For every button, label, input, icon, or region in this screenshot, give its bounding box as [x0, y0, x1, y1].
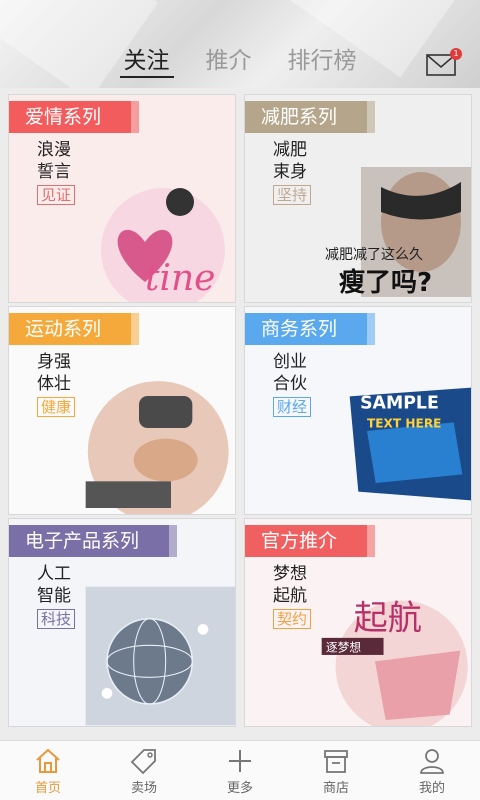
sports-illustration [85, 381, 229, 514]
tab-recommend[interactable]: 推介 [202, 46, 256, 78]
electronics-illustration [85, 586, 235, 726]
card-line: 誓言 [37, 162, 71, 182]
bottom-tabbar: 首页 卖场 更多 商店 我的 [0, 740, 480, 800]
card-words: 人工 智能 科技 [37, 563, 76, 630]
top-tabs: 关注 推介 排行榜 [0, 46, 480, 78]
slimming-illustration: 减肥减了这么久 瘦了吗? [325, 167, 471, 298]
card-official[interactable]: 官方推介 梦想 起航 契约 起航 逐梦想 [244, 518, 472, 727]
card-line: 梦想 [273, 564, 307, 584]
tabbar-label: 更多 [226, 781, 253, 796]
card-tag: 健康 [37, 397, 76, 417]
tabbar-home[interactable]: 首页 [0, 741, 96, 800]
art-text: SAMPLE [360, 393, 439, 413]
art-text: 瘦了吗? [339, 267, 432, 298]
card-tag: 坚持 [273, 185, 312, 205]
card-title: 减肥系列 [245, 101, 376, 133]
card-slimming[interactable]: 减肥系列 减肥 束身 坚持 减肥减了这么久 瘦了吗? [244, 94, 472, 303]
card-line: 身强 [37, 352, 71, 372]
art-text: 减肥减了这么久 [325, 246, 423, 263]
card-love[interactable]: 爱情系列 浪漫 誓言 见证 tine [8, 94, 236, 303]
card-words: 浪漫 誓言 见证 [37, 139, 76, 206]
tab-follow[interactable]: 关注 [119, 46, 174, 78]
art-text: tine [145, 258, 215, 299]
user-icon [420, 749, 444, 774]
card-words: 身强 体壮 健康 [37, 351, 76, 418]
plus-icon [229, 750, 251, 772]
mail-button[interactable]: 1 [426, 48, 462, 76]
tag-icon [130, 749, 156, 775]
tabbar-mine[interactable]: 我的 [384, 741, 480, 800]
tab-ranking[interactable]: 排行榜 [284, 46, 361, 78]
card-line: 束身 [273, 162, 307, 182]
card-tag: 见证 [37, 185, 76, 205]
card-words: 梦想 起航 契约 [273, 563, 312, 630]
card-title: 爱情系列 [9, 101, 140, 133]
official-illustration: 起航 逐梦想 [321, 598, 468, 726]
business-illustration: SAMPLE TEXT HERE [349, 387, 471, 501]
tabbar-label: 商店 [322, 781, 349, 796]
card-line: 减肥 [273, 140, 307, 160]
card-tag: 契约 [273, 609, 312, 629]
card-line: 合伙 [273, 374, 307, 394]
tabbar-market[interactable]: 卖场 [96, 741, 192, 800]
tabbar-label: 首页 [34, 781, 61, 796]
card-title: 商务系列 [245, 313, 376, 345]
card-line: 智能 [37, 586, 71, 606]
card-line: 创业 [273, 352, 307, 372]
header: 关注 推介 排行榜 1 [0, 0, 480, 88]
card-line: 浪漫 [37, 140, 71, 160]
tabbar-store[interactable]: 商店 [288, 741, 384, 800]
home-icon [36, 748, 60, 773]
tabbar-label: 我的 [418, 781, 445, 796]
mail-badge: 1 [450, 48, 462, 60]
tabbar-more[interactable]: 更多 [192, 741, 288, 800]
love-illustration: tine [101, 188, 225, 302]
art-text: 起航 [354, 598, 422, 638]
card-line: 起航 [273, 586, 307, 606]
store-icon [324, 750, 348, 773]
card-line: 人工 [37, 564, 71, 584]
art-text: TEXT HERE [367, 417, 441, 431]
card-title: 官方推介 [245, 525, 376, 557]
card-sports[interactable]: 运动系列 身强 体壮 健康 [8, 306, 236, 515]
card-electronics[interactable]: 电子产品系列 人工 智能 科技 [8, 518, 236, 727]
art-text: 逐梦想 [326, 641, 361, 655]
card-line: 体壮 [37, 374, 71, 394]
card-tag: 财经 [273, 397, 312, 417]
card-tag: 科技 [37, 609, 76, 629]
card-words: 创业 合伙 财经 [273, 351, 312, 418]
card-title: 运动系列 [9, 313, 140, 345]
card-words: 减肥 束身 坚持 [273, 139, 312, 206]
card-business[interactable]: 商务系列 创业 合伙 财经 SAMPLE TEXT HERE [244, 306, 472, 515]
tabbar-label: 卖场 [130, 781, 157, 796]
card-title: 电子产品系列 [9, 525, 178, 557]
